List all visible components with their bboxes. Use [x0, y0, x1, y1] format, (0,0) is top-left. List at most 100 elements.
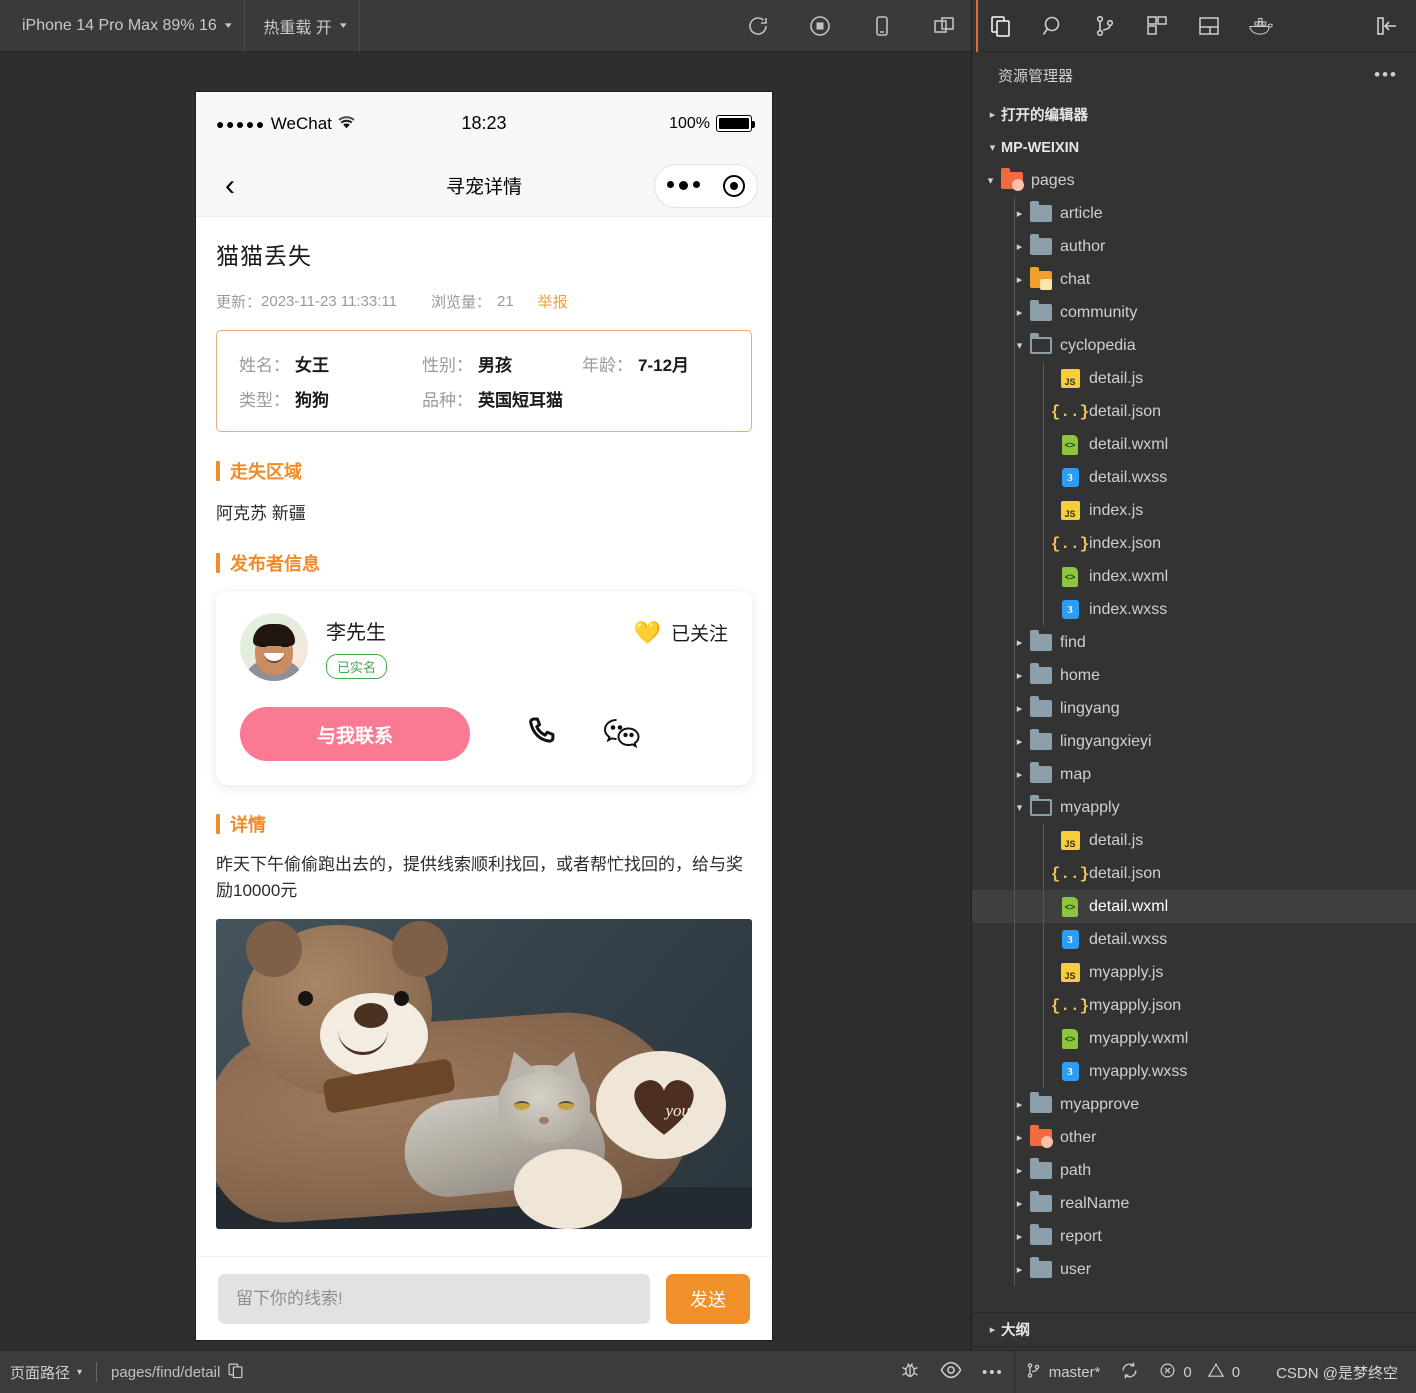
hot-reload-selector[interactable]: 热重载 开 ▾ — [245, 0, 361, 52]
source-control-icon[interactable] — [1090, 11, 1120, 41]
tree-item-user[interactable]: user — [972, 1253, 1416, 1286]
tree-item-detail-json[interactable]: {..} detail.json — [972, 395, 1416, 428]
tree-item-detail-wxss[interactable]: 3 detail.wxss — [972, 461, 1416, 494]
tree-item-index-wxml[interactable]: <> index.wxml — [972, 560, 1416, 593]
explorer-icon[interactable] — [976, 0, 1016, 52]
report-link[interactable]: 举报 — [538, 291, 568, 312]
tree-item-label: lingyangxieyi — [1060, 732, 1152, 750]
tree-item-realName[interactable]: realName — [972, 1187, 1416, 1220]
phone-icon[interactable] — [522, 715, 560, 753]
section-workspace[interactable]: MP-WEIXIN — [972, 131, 1416, 164]
tree-item-label: myapprove — [1060, 1095, 1140, 1113]
info-cell-type: 类型： 狗狗 — [239, 386, 422, 411]
tree-item-detail-js[interactable]: JS detail.js — [972, 362, 1416, 395]
section-outline[interactable]: 大纲 — [972, 1313, 1416, 1346]
tree-item-myapprove[interactable]: myapprove — [972, 1088, 1416, 1121]
avatar[interactable] — [240, 613, 308, 681]
target-icon[interactable] — [723, 174, 746, 197]
tree-item-map[interactable]: map — [972, 758, 1416, 791]
sync-button[interactable] — [1110, 1351, 1149, 1393]
tree-item-pages[interactable]: pages — [972, 164, 1416, 197]
tree-item-label: lingyang — [1060, 699, 1120, 717]
problems-indicator[interactable]: 0 0 — [1149, 1351, 1250, 1393]
tree-item-label: chat — [1060, 270, 1091, 288]
battery-icon — [715, 115, 755, 132]
preview-button[interactable] — [930, 1351, 972, 1393]
comment-bar: 发送 — [196, 1256, 772, 1340]
tree-item-detail-wxml[interactable]: <> detail.wxml — [972, 428, 1416, 461]
post-photo: you — [216, 918, 752, 1229]
tree-item-article[interactable]: article — [972, 197, 1416, 230]
contact-button[interactable]: 与我联系 — [240, 707, 470, 761]
send-button[interactable]: 发送 — [666, 1273, 750, 1324]
tree-item-detail-js[interactable]: JS detail.js — [972, 824, 1416, 857]
section-outline-wrap: 大纲 — [972, 1312, 1416, 1346]
tree-item-find[interactable]: find — [972, 626, 1416, 659]
tree-item-lingyangxieyi[interactable]: lingyangxieyi — [972, 725, 1416, 758]
tree-item-myapply[interactable]: myapply — [972, 791, 1416, 824]
folder-icon — [1028, 1257, 1054, 1278]
tree-item-myapply-js[interactable]: JS myapply.js — [972, 956, 1416, 989]
explorer-title: 资源管理器 — [998, 67, 1074, 85]
tree-item-other[interactable]: other — [972, 1121, 1416, 1154]
info-key: 性别： — [422, 356, 473, 375]
more-dots-icon[interactable] — [666, 181, 700, 190]
device-selector[interactable]: iPhone 14 Pro Max 89% 16 ▾ — [0, 0, 246, 52]
tree-item-cyclopedia[interactable]: cyclopedia — [972, 329, 1416, 362]
extensions-icon[interactable] — [1142, 11, 1172, 41]
post-title: 猫猫丢失 — [216, 243, 312, 269]
page-path-selector[interactable]: 页面路径 ▾ — [0, 1351, 92, 1393]
stop-record-icon[interactable] — [807, 13, 833, 39]
tree-item-myapply-json[interactable]: {..} myapply.json — [972, 989, 1416, 1022]
debug-button[interactable] — [890, 1351, 930, 1393]
tree-item-chat[interactable]: chat — [972, 263, 1416, 296]
tree-item-community[interactable]: community — [972, 296, 1416, 329]
follow-button[interactable]: 💛 已关注 — [634, 613, 728, 646]
device-icon[interactable] — [869, 13, 895, 39]
search-icon[interactable] — [1038, 11, 1068, 41]
follow-label: 已关注 — [670, 624, 728, 645]
tree-item-index-wxss[interactable]: 3 index.wxss — [972, 593, 1416, 626]
tree-item-detail-json[interactable]: {..} detail.json — [972, 857, 1416, 890]
section-workspace-label: MP-WEIXIN — [1001, 139, 1080, 156]
multi-window-icon[interactable] — [931, 13, 957, 39]
tree-item-index-js[interactable]: JS index.js — [972, 494, 1416, 527]
tree-item-path[interactable]: path — [972, 1154, 1416, 1187]
folder-icon — [1028, 1092, 1054, 1113]
collapse-panel-icon[interactable] — [1372, 11, 1402, 41]
tree-item-report[interactable]: report — [972, 1220, 1416, 1253]
layout-icon[interactable] — [1194, 11, 1224, 41]
page-path-label: 页面路径 — [10, 1364, 71, 1382]
comment-input[interactable] — [218, 1273, 650, 1324]
tree-item-myapply-wxml[interactable]: <> myapply.wxml — [972, 1022, 1416, 1055]
tree-item-myapply-wxss[interactable]: 3 myapply.wxss — [972, 1055, 1416, 1088]
tree-item-index-json[interactable]: {..} index.json — [972, 527, 1416, 560]
wechat-icon[interactable] — [602, 716, 642, 752]
docker-icon[interactable] — [1246, 11, 1276, 41]
tree-item-detail-wxml[interactable]: <> detail.wxml — [972, 890, 1416, 923]
tree-item-detail-wxss[interactable]: 3 detail.wxss — [972, 923, 1416, 956]
page-path-value-item[interactable]: pages/find/detail — [101, 1351, 254, 1393]
info-key: 类型： — [239, 391, 290, 410]
app-root: iPhone 14 Pro Max 89% 16 ▾ 热重载 开 ▾ ●●●●●… — [0, 0, 1416, 1393]
file-wxss-icon: 3 — [1057, 1062, 1083, 1081]
tree-item-label: community — [1060, 303, 1138, 321]
tree-item-author[interactable]: author — [972, 230, 1416, 263]
info-cell-breed: 品种： 英国短耳猫 — [422, 386, 582, 411]
simulator-pane: iPhone 14 Pro Max 89% 16 ▾ 热重载 开 ▾ ●●●●●… — [0, 0, 971, 1393]
branch-name: master* — [1048, 1363, 1101, 1381]
tree-item-home[interactable]: home — [972, 659, 1416, 692]
explorer-tree[interactable]: 打开的编辑器 MP-WEIXIN pages article author chat c… — [972, 98, 1416, 1312]
tree-item-lingyang[interactable]: lingyang — [972, 692, 1416, 725]
explorer-more-icon[interactable]: ••• — [1374, 65, 1398, 85]
back-icon[interactable]: ‹ — [210, 170, 250, 201]
warning-icon — [1207, 1362, 1225, 1383]
status-more-button[interactable]: ••• — [972, 1351, 1014, 1393]
section-head-area: 走失区域 — [216, 458, 752, 484]
more-icon: ••• — [981, 1363, 1004, 1381]
simulator-stage: ●●●●● WeChat 18:23 100% ‹ 寻宠详情 猫猫丢失 更新： … — [0, 52, 971, 1393]
copy-icon[interactable] — [227, 1362, 244, 1383]
section-open-editors[interactable]: 打开的编辑器 — [972, 98, 1416, 131]
refresh-icon[interactable] — [745, 13, 771, 39]
branch-indicator[interactable]: master* — [1015, 1351, 1111, 1393]
